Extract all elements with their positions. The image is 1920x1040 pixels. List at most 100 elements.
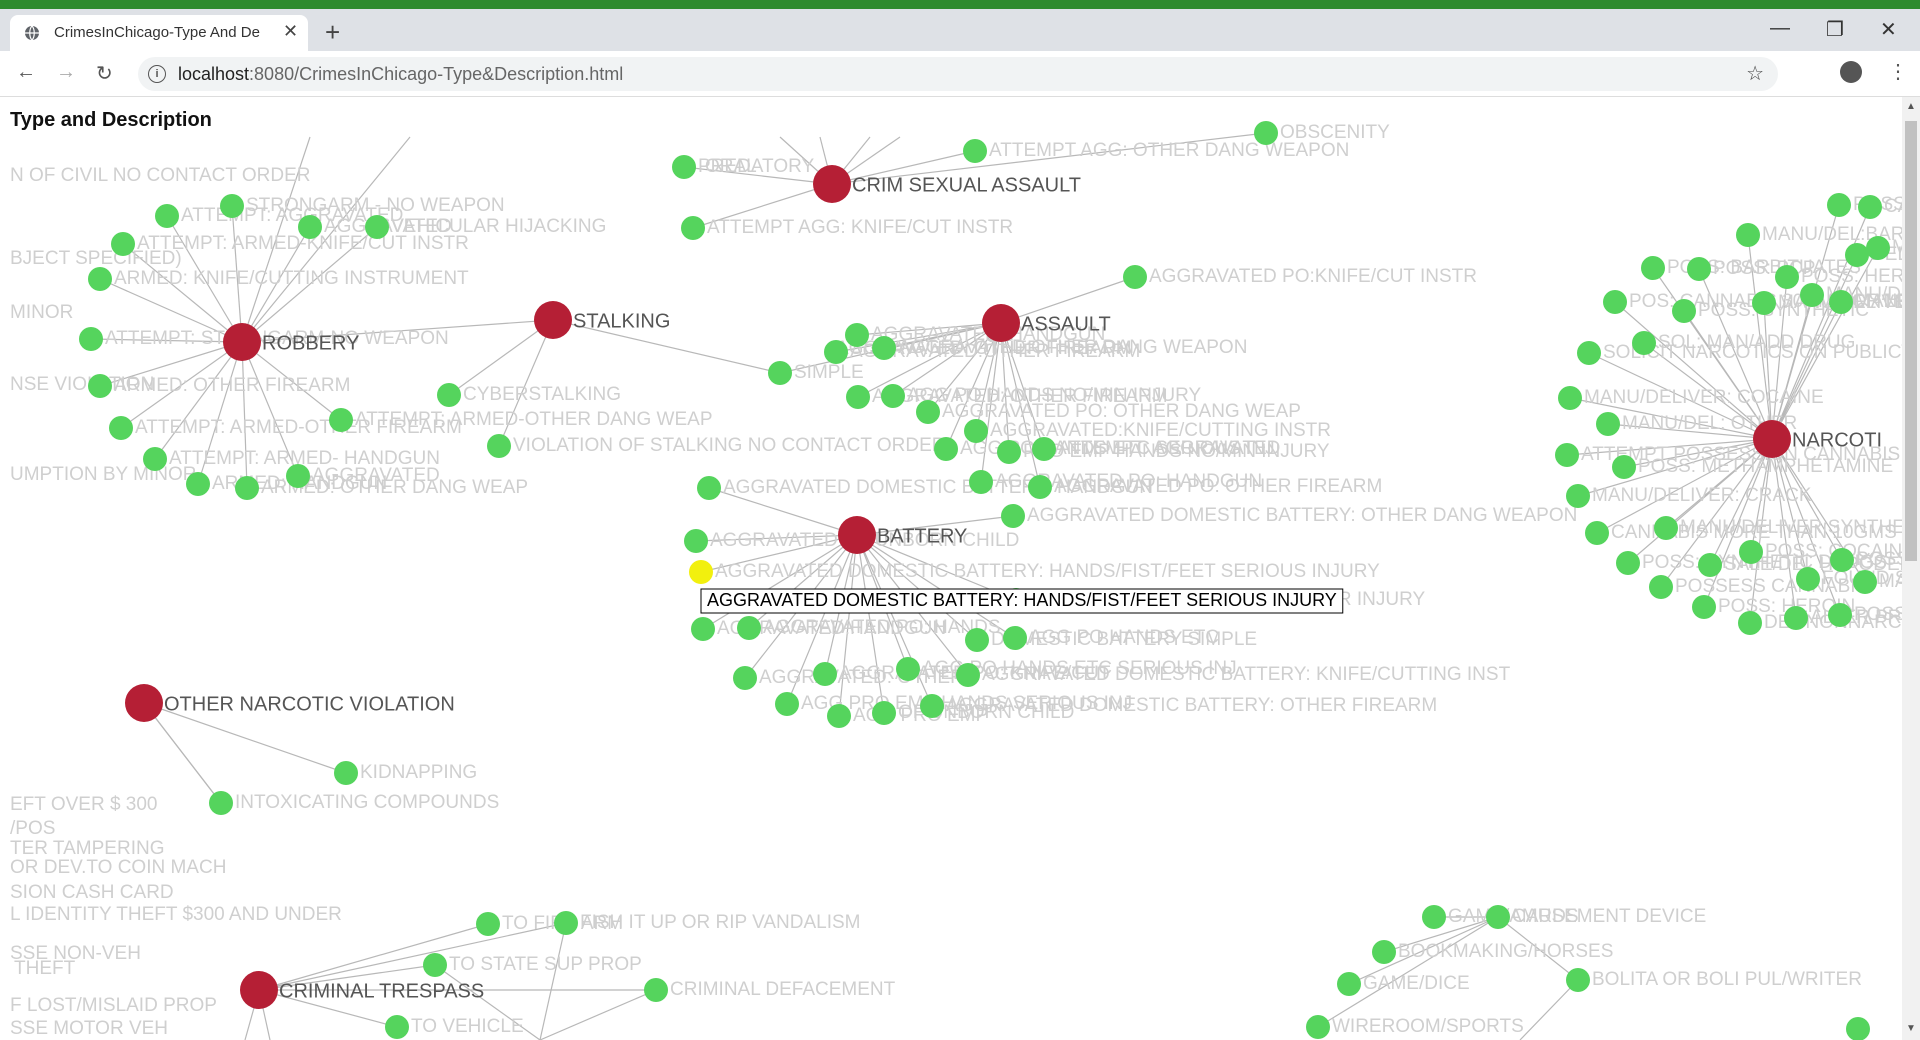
description-node[interactable]	[1692, 595, 1716, 619]
description-node[interactable]	[824, 340, 848, 364]
description-node[interactable]	[1775, 265, 1799, 289]
type-node[interactable]	[1753, 420, 1791, 458]
description-node[interactable]	[1558, 386, 1582, 410]
description-node[interactable]	[1846, 1017, 1870, 1040]
description-node[interactable]	[1845, 243, 1869, 267]
description-node[interactable]	[1028, 475, 1052, 499]
scroll-down-icon[interactable]: ▼	[1906, 1023, 1916, 1034]
minimize-icon[interactable]: —	[1770, 17, 1790, 40]
window-close-icon[interactable]: ✕	[1880, 17, 1897, 42]
star-icon[interactable]: ☆	[1746, 61, 1764, 86]
plus-icon[interactable]: +	[325, 17, 340, 48]
menu-icon[interactable]: ⋮	[1888, 59, 1908, 84]
description-node[interactable]	[109, 416, 133, 440]
description-node[interactable]	[1654, 516, 1678, 540]
description-node[interactable]	[1672, 299, 1696, 323]
description-node[interactable]	[691, 617, 715, 641]
description-node[interactable]	[1738, 611, 1762, 635]
description-node[interactable]	[1866, 236, 1890, 260]
reload-icon[interactable]: ↻	[96, 61, 113, 86]
description-node[interactable]	[1486, 905, 1510, 929]
description-node[interactable]	[965, 628, 989, 652]
description-node[interactable]	[1752, 291, 1776, 315]
description-node[interactable]	[1649, 575, 1673, 599]
description-node[interactable]	[775, 692, 799, 716]
description-node[interactable]	[1800, 283, 1824, 307]
account-icon[interactable]	[1840, 61, 1862, 83]
description-node[interactable]	[1687, 257, 1711, 281]
description-node[interactable]	[1003, 626, 1027, 650]
description-node[interactable]	[813, 662, 837, 686]
description-node[interactable]	[896, 657, 920, 681]
description-node[interactable]	[1830, 548, 1854, 572]
description-node[interactable]	[143, 447, 167, 471]
type-node[interactable]	[982, 304, 1020, 342]
url-text[interactable]: localhost:8080/CrimesInChicago-Type&Desc…	[178, 64, 623, 85]
description-node[interactable]	[672, 155, 696, 179]
description-node[interactable]	[423, 953, 447, 977]
scroll-thumb[interactable]	[1905, 121, 1917, 561]
description-node[interactable]	[1632, 331, 1656, 355]
description-node[interactable]	[697, 476, 721, 500]
description-node[interactable]	[872, 336, 896, 360]
description-node[interactable]	[1784, 606, 1808, 630]
type-node[interactable]	[534, 301, 572, 339]
description-node[interactable]	[872, 701, 896, 725]
description-node[interactable]	[385, 1015, 409, 1039]
description-node[interactable]	[1422, 905, 1446, 929]
description-node[interactable]	[1555, 443, 1579, 467]
description-node[interactable]	[111, 232, 135, 256]
close-icon[interactable]: ✕	[283, 21, 298, 42]
browser-tab[interactable]: CrimesInChicago-Type And De ✕	[10, 15, 308, 51]
description-node[interactable]	[286, 464, 310, 488]
description-node[interactable]	[554, 911, 578, 935]
description-node[interactable]	[329, 408, 353, 432]
description-node[interactable]	[334, 761, 358, 785]
description-node[interactable]	[1123, 265, 1147, 289]
description-node[interactable]	[1616, 551, 1640, 575]
description-node[interactable]	[487, 434, 511, 458]
type-node[interactable]	[125, 684, 163, 722]
description-node[interactable]	[476, 912, 500, 936]
description-node[interactable]	[235, 476, 259, 500]
description-node[interactable]	[1596, 412, 1620, 436]
info-icon[interactable]: i	[148, 65, 166, 83]
description-node[interactable]	[956, 663, 980, 687]
network-graph[interactable]: PREDATORYATTEMPT AGG: OTHER DANG WEAPONA…	[0, 97, 1902, 1040]
description-node[interactable]	[1566, 484, 1590, 508]
description-node[interactable]	[1829, 290, 1853, 314]
description-node[interactable]	[963, 139, 987, 163]
description-node[interactable]	[1337, 972, 1361, 996]
highlighted-node[interactable]	[689, 560, 713, 584]
description-node[interactable]	[437, 383, 461, 407]
description-node[interactable]	[88, 374, 112, 398]
description-node[interactable]	[737, 616, 761, 640]
description-node[interactable]	[88, 267, 112, 291]
description-node[interactable]	[684, 529, 708, 553]
description-node[interactable]	[1585, 521, 1609, 545]
type-node[interactable]	[813, 165, 851, 203]
description-node[interactable]	[1739, 540, 1763, 564]
description-node[interactable]	[220, 194, 244, 218]
description-node[interactable]	[845, 323, 869, 347]
address-bar[interactable]: i localhost:8080/CrimesInChicago-Type&De…	[138, 57, 1778, 91]
description-node[interactable]	[1828, 603, 1852, 627]
description-node[interactable]	[79, 327, 103, 351]
description-node[interactable]	[997, 440, 1021, 464]
type-node[interactable]	[223, 323, 261, 361]
description-node[interactable]	[1827, 193, 1851, 217]
description-node[interactable]	[186, 472, 210, 496]
description-node[interactable]	[1372, 940, 1396, 964]
description-node[interactable]	[1577, 341, 1601, 365]
description-node[interactable]	[1306, 1015, 1330, 1039]
description-node[interactable]	[298, 215, 322, 239]
description-node[interactable]	[1853, 570, 1877, 594]
description-node[interactable]	[964, 419, 988, 443]
scroll-up-icon[interactable]: ▲	[1906, 101, 1916, 112]
description-node[interactable]	[934, 437, 958, 461]
restore-icon[interactable]: ❐	[1826, 17, 1844, 42]
description-node[interactable]	[1698, 553, 1722, 577]
description-node[interactable]	[1254, 121, 1278, 145]
description-node[interactable]	[768, 361, 792, 385]
description-node[interactable]	[1736, 223, 1760, 247]
